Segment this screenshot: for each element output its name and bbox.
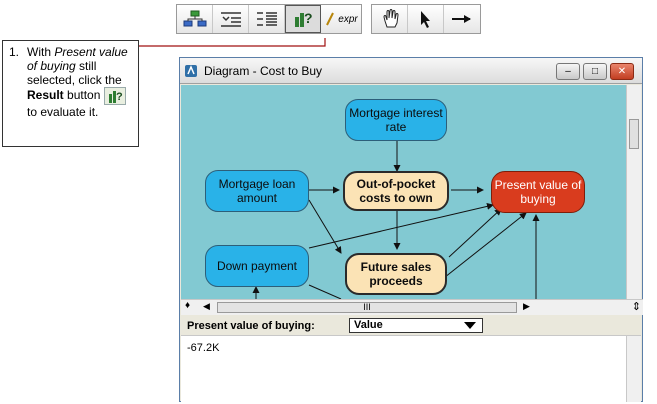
node-future-sales-proceeds[interactable]: Future sales proceeds <box>345 253 447 295</box>
view-toolbar-group: ? expr <box>176 4 362 34</box>
horizontal-scroll-thumb[interactable]: III <box>217 302 517 313</box>
minimize-button[interactable]: ‒ <box>556 63 580 80</box>
edit-tool-button[interactable] <box>408 5 444 33</box>
step-number: 1. <box>9 45 20 59</box>
toolbar: ? expr <box>176 4 481 34</box>
result-type-select[interactable]: Value <box>349 318 483 333</box>
expression-label: expr <box>338 13 358 25</box>
attributes-icon <box>256 12 277 26</box>
svg-text:?: ? <box>304 10 313 26</box>
diagram-canvas[interactable]: Mortgage interest rate Mortgage loan amo… <box>181 85 627 299</box>
result-icon: ? <box>103 87 126 105</box>
window-controls: ‒ □ ✕ <box>556 63 634 80</box>
attributes-view-button[interactable] <box>249 5 285 33</box>
expression-button[interactable]: expr <box>321 5 361 33</box>
node-present-value-of-buying[interactable]: Present value of buying <box>491 171 585 213</box>
outline-icon <box>220 12 241 27</box>
result-icon: ? <box>295 10 313 27</box>
diagram-view-button[interactable] <box>177 5 213 33</box>
results-header: Present value of buying: Value <box>181 316 641 336</box>
vertical-scroll-thumb[interactable] <box>629 119 639 149</box>
result-button[interactable]: ? <box>285 5 321 33</box>
chevron-down-icon <box>464 322 476 329</box>
node-mortgage-loan-amount[interactable]: Mortgage loan amount <box>205 170 309 212</box>
maximize-button[interactable]: □ <box>583 63 607 80</box>
instruction-text: With Present value of buying still selec… <box>27 45 128 119</box>
results-pane: Present value of buying: Value -67.2K <box>181 316 641 402</box>
window-title: Diagram - Cost to Buy <box>204 63 323 78</box>
arrow-cursor-icon <box>420 11 430 28</box>
tool-toolbar-group <box>371 4 481 34</box>
result-value: -67.2K <box>187 342 220 354</box>
results-label: Present value of buying: <box>187 319 315 332</box>
browse-tool-button[interactable] <box>372 5 408 33</box>
diagram-icon <box>183 10 206 27</box>
hand-icon <box>382 9 399 28</box>
pane-splitter-icon[interactable]: ⇕ <box>632 300 641 313</box>
node-down-payment[interactable]: Down payment <box>205 245 309 287</box>
close-button[interactable]: ✕ <box>610 63 634 80</box>
node-out-of-pocket-costs[interactable]: Out-of-pocket costs to own <box>343 171 449 211</box>
arrow-link-icon <box>452 15 471 23</box>
node-mortgage-interest-rate[interactable]: Mortgage interest rate <box>345 99 447 141</box>
diagram-vertical-scrollbar[interactable] <box>626 85 641 299</box>
diagram-horizontal-scrollbar[interactable]: ◀ III ▶ ⇕ ♦ <box>181 299 643 315</box>
arrow-tool-button[interactable] <box>444 5 480 33</box>
scroll-left-icon[interactable]: ◀ <box>203 301 210 312</box>
svg-text:?: ? <box>116 91 123 103</box>
instruction-callout: 1. With Present value of buying still se… <box>2 40 139 147</box>
analytica-icon <box>185 64 197 77</box>
pin-icon[interactable]: ♦ <box>185 300 190 311</box>
scroll-right-icon[interactable]: ▶ <box>523 301 530 312</box>
window-titlebar[interactable]: Diagram - Cost to Buy ‒ □ ✕ <box>180 58 642 84</box>
diagram-window: Diagram - Cost to Buy ‒ □ ✕ Mortgage int… <box>179 57 643 402</box>
outline-view-button[interactable] <box>213 5 249 33</box>
results-vertical-scrollbar[interactable] <box>626 336 641 402</box>
